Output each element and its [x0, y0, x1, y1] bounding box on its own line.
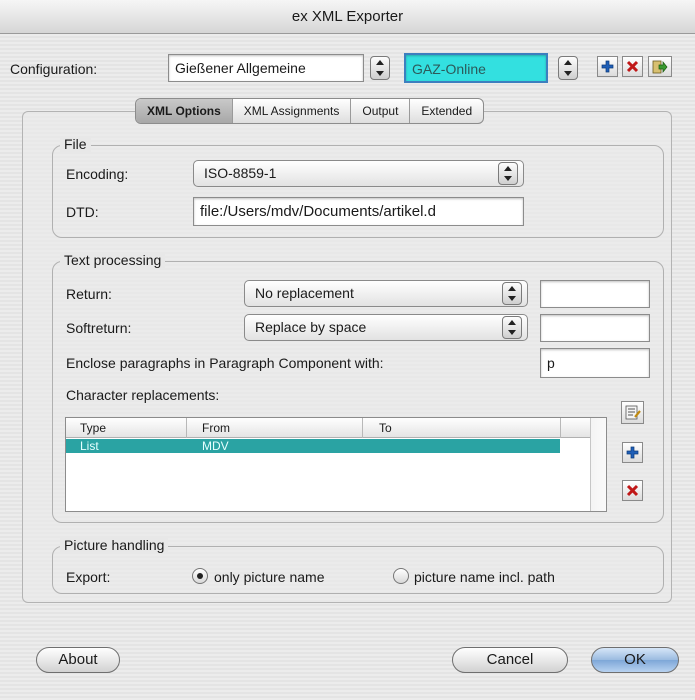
softreturn-popup-arrows[interactable]	[502, 316, 522, 339]
return-popup-arrows[interactable]	[502, 282, 522, 305]
return-label: Return:	[66, 286, 112, 302]
dtd-field[interactable]: file:/Users/mdv/Documents/artikel.d	[193, 197, 524, 226]
add-configuration-button[interactable]	[597, 56, 618, 77]
character-replacements-table[interactable]: Type From To List MDV	[65, 417, 607, 512]
file-group-title: File	[60, 136, 91, 152]
plus-icon	[601, 60, 614, 73]
dtd-label: DTD:	[66, 204, 99, 220]
encoding-popup[interactable]: ISO-8859-1	[193, 160, 524, 187]
return-field[interactable]	[540, 280, 650, 308]
softreturn-value: Replace by space	[255, 319, 367, 335]
import-configuration-button[interactable]	[648, 56, 672, 77]
picture-handling-title: Picture handling	[60, 537, 169, 553]
tab-xml-options[interactable]: XML Options	[136, 99, 233, 123]
window-title: ex XML Exporter	[0, 0, 695, 34]
column-from[interactable]: From	[202, 421, 230, 435]
row-type: List	[80, 439, 99, 453]
import-icon	[652, 60, 668, 73]
character-replacements-label: Character replacements:	[66, 387, 220, 403]
add-replacement-button[interactable]	[622, 442, 643, 463]
plus-icon	[626, 446, 639, 459]
picture-name-incl-path-radio[interactable]	[393, 568, 409, 584]
encoding-popup-arrows[interactable]	[498, 162, 518, 185]
about-button[interactable]: About	[36, 647, 120, 673]
x-icon	[626, 484, 639, 497]
picture-name-incl-path-label[interactable]: picture name incl. path	[414, 569, 555, 585]
return-value: No replacement	[255, 285, 354, 301]
encoding-label: Encoding:	[66, 166, 129, 182]
enclose-field[interactable]: p	[540, 348, 650, 378]
picture-handling-group	[52, 546, 664, 594]
delete-replacement-button[interactable]	[622, 480, 643, 501]
cancel-button[interactable]: Cancel	[452, 647, 568, 673]
configuration-stepper[interactable]	[370, 56, 390, 80]
row-from: MDV	[202, 439, 229, 453]
configuration-label: Configuration:	[10, 61, 98, 77]
configuration-field[interactable]: Gießener Allgemeine	[168, 54, 364, 82]
only-picture-name-label[interactable]: only picture name	[214, 569, 325, 585]
tab-extended[interactable]: Extended	[410, 99, 483, 123]
text-processing-title: Text processing	[60, 252, 166, 268]
enclose-label: Enclose paragraphs in Paragraph Componen…	[66, 355, 384, 371]
tab-output[interactable]: Output	[351, 99, 411, 123]
tab-bar: XML Options XML Assignments Output Exten…	[135, 98, 485, 124]
table-row[interactable]: List MDV	[66, 439, 560, 453]
return-popup[interactable]: No replacement	[244, 280, 528, 307]
x-icon	[626, 60, 639, 73]
softreturn-popup[interactable]: Replace by space	[244, 314, 528, 341]
tab-xml-assignments[interactable]: XML Assignments	[233, 99, 352, 123]
delete-configuration-button[interactable]	[622, 56, 643, 77]
edit-replacements-button[interactable]	[621, 401, 644, 424]
softreturn-label: Softreturn:	[66, 320, 132, 336]
export-label: Export:	[66, 569, 111, 585]
column-to[interactable]: To	[379, 421, 392, 435]
column-type[interactable]: Type	[80, 421, 106, 435]
exporter-window: ex XML Exporter Configuration: Gießener …	[0, 0, 695, 700]
table-header: Type From To	[66, 418, 591, 438]
ok-button[interactable]: OK	[591, 647, 679, 673]
configuration-name-stepper[interactable]	[558, 56, 578, 80]
only-picture-name-radio[interactable]	[192, 568, 208, 584]
table-scrollbar[interactable]	[590, 418, 606, 511]
encoding-value: ISO-8859-1	[204, 165, 277, 181]
configuration-name-field[interactable]: GAZ-Online	[404, 53, 548, 83]
softreturn-field[interactable]	[540, 314, 650, 342]
list-edit-icon	[625, 405, 641, 420]
